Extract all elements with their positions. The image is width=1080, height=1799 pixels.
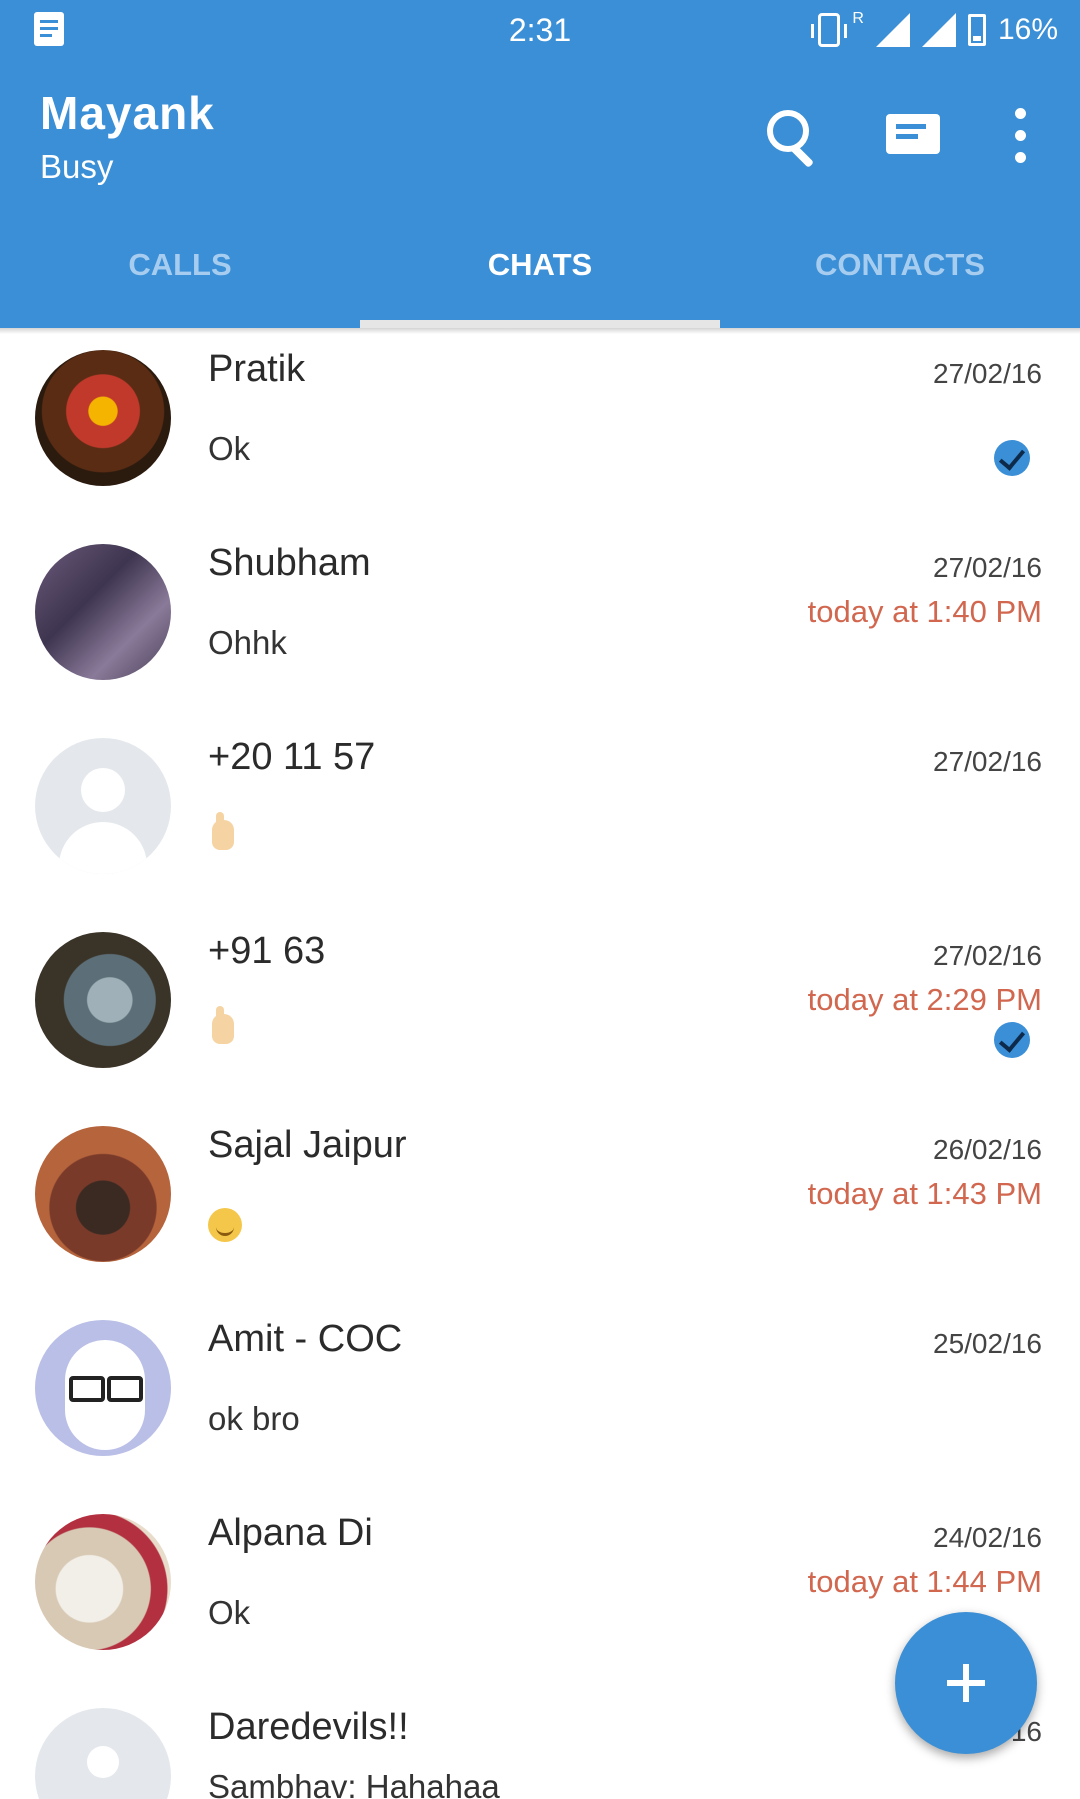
chat-item[interactable]: Amit - COC ok bro 25/02/16 [0,1304,1080,1498]
chat-name: Amit - COC [208,1318,403,1360]
avatar [35,932,171,1068]
chat-date: 27/02/16 [933,746,1042,777]
chat-name: +20 11 57 [208,736,376,778]
app-bar: 2:31 R 16% Mayank Busy CALLS CHATS CONTA… [0,0,1080,328]
signal-icon [921,13,956,47]
chat-last-message: Ok [208,1594,251,1631]
chat-name: Sajal Jaipur [208,1124,407,1166]
chat-item[interactable]: +91 63 27/02/16 today at 2:29 PM [0,916,1080,1110]
chat-reminder: today at 2:29 PM [807,982,1042,1017]
chat-item[interactable]: +20 11 57 27/02/16 [0,722,1080,916]
read-receipt-icon [994,1022,1030,1058]
chat-date: 24/02/16 [933,1522,1042,1553]
chat-last-message: ok bro [208,1400,300,1437]
chat-date: 25/02/16 [933,1328,1042,1359]
chat-name: Pratik [208,348,306,390]
avatar [35,544,171,680]
chat-item[interactable]: Sajal Jaipur 26/02/16 today at 1:43 PM [0,1110,1080,1304]
tab-chats[interactable]: CHATS [360,230,720,328]
avatar [35,738,171,874]
glasses-icon [69,1376,105,1402]
chat-date: 27/02/16 [933,940,1042,971]
new-chat-fab[interactable] [895,1612,1037,1754]
signal-icon [875,13,910,47]
profile-name[interactable]: Mayank [40,86,215,140]
roaming-indicator: R [852,10,864,27]
battery-icon [967,14,986,46]
chat-reminder: today at 1:40 PM [807,594,1042,629]
avatar [35,1514,171,1650]
read-receipt-icon [994,440,1030,476]
chat-last-message: Ohhk [208,624,287,661]
avatar [35,1320,171,1456]
chat-date: 27/02/16 [933,552,1042,583]
chat-date: 27/02/16 [933,358,1042,389]
chat-reminder: today at 1:44 PM [807,1564,1042,1599]
group-icon [87,1746,119,1778]
chat-name: +91 63 [208,930,326,972]
battery-percentage: 16% [997,13,1058,46]
avatar [35,350,171,486]
search-icon[interactable] [755,100,825,170]
chat-item[interactable]: Shubham Ohhk 27/02/16 today at 1:40 PM [0,528,1080,722]
profile-status[interactable]: Busy [40,148,113,186]
tab-indicator [360,320,720,328]
smiley-emoji-icon [208,1208,242,1242]
chat-name: Alpana Di [208,1512,373,1554]
compose-icon[interactable] [878,100,948,170]
avatar [35,1126,171,1262]
chat-reminder: today at 1:43 PM [807,1176,1042,1211]
status-bar: 2:31 R 16% [0,0,1080,64]
thumbs-up-emoji-icon [212,1006,234,1044]
tab-contacts[interactable]: CONTACTS [720,230,1080,328]
tab-bar: CALLS CHATS CONTACTS [0,230,1080,328]
chat-name: Daredevils!! [208,1706,409,1748]
chat-date: 26/02/16 [933,1134,1042,1165]
default-avatar-icon [81,768,125,812]
vibrate-icon [811,13,848,47]
chat-last-message: Sambhav: Hahahaa [208,1768,500,1799]
chat-name: Shubham [208,542,371,584]
more-options-icon[interactable] [1000,100,1040,170]
thumbs-up-emoji-icon [212,812,234,850]
avatar [35,1708,171,1799]
chat-item[interactable]: Pratik Ok 27/02/16 [0,334,1080,528]
chat-last-message: Ok [208,430,251,467]
tab-calls[interactable]: CALLS [0,230,360,328]
